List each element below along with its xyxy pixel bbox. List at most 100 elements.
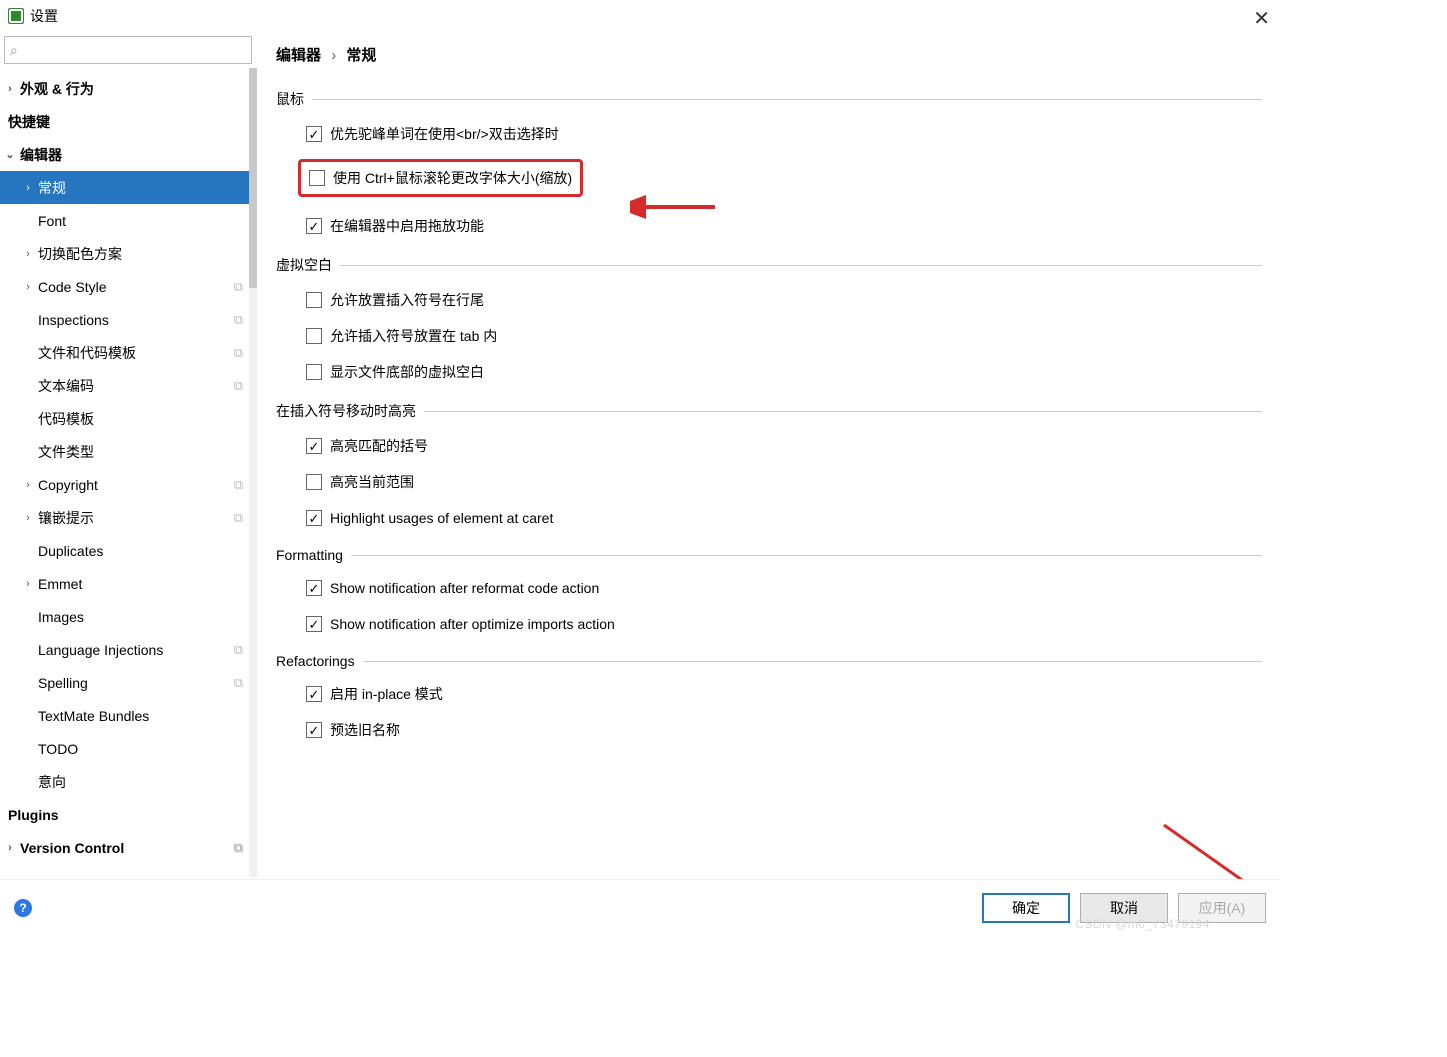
tree-item[interactable]: Language Injections⧉ xyxy=(0,633,257,666)
tree-item-label: Copyright xyxy=(38,477,98,493)
tree-item[interactable]: › Copyright ⧉ xyxy=(0,468,257,501)
tree-item[interactable]: 文件类型 xyxy=(0,435,257,468)
tree-item-label: Version Control xyxy=(20,840,124,856)
tree-item[interactable]: Font xyxy=(0,204,257,237)
tree-item[interactable]: 意向 xyxy=(0,765,257,798)
refactor-preselect-row[interactable]: 预选旧名称 xyxy=(306,719,1262,741)
tree-item-label: 文件类型 xyxy=(38,442,94,462)
checkbox-checked-icon[interactable] xyxy=(306,580,322,596)
close-icon[interactable]: ✕ xyxy=(1253,6,1270,31)
virtual-bottom-row[interactable]: 显示文件底部的虚拟空白 xyxy=(306,361,1262,383)
section-virtual: 虚拟空白 允许放置插入符号在行尾 允许插入符号放置在 tab 内 显示文件底部的… xyxy=(276,255,1262,383)
chevron-right-icon[interactable]: › xyxy=(22,578,34,590)
tree-item-label: 切换配色方案 xyxy=(38,244,122,264)
checkbox-checked-icon[interactable] xyxy=(306,218,322,234)
section-mouse-title: 鼠标 xyxy=(276,89,304,109)
search-icon: ⌕ xyxy=(10,42,18,59)
sidebar: ⌕ › 外观 & 行为快捷键 ⌄ 编辑器 › 常规 Font › 切换配色方案 ›Code Sty… xyxy=(0,32,258,877)
app-icon xyxy=(8,8,24,24)
tree-item-label: Spelling xyxy=(38,675,88,691)
tree-item-label: 常规 xyxy=(38,178,66,198)
formatting-imports-row[interactable]: Show notification after optimize imports… xyxy=(306,613,1262,635)
tree-item[interactable]: ›Version Control⧉ xyxy=(0,831,257,864)
chevron-right-icon[interactable]: › xyxy=(4,842,16,854)
tree-item[interactable]: ›镶嵌提示⧉ xyxy=(0,501,257,534)
tree-item[interactable]: 代码模板 xyxy=(0,402,257,435)
tree-item[interactable]: Images xyxy=(0,600,257,633)
project-scope-icon: ⧉ xyxy=(234,675,243,691)
chevron-right-icon[interactable]: › xyxy=(22,182,34,194)
checkbox-unchecked-icon[interactable] xyxy=(306,328,322,344)
tree-item[interactable]: 文本编码⧉ xyxy=(0,369,257,402)
tree-item-label: 镶嵌提示 xyxy=(38,508,94,528)
virtual-caret-eol-row[interactable]: 允许放置插入符号在行尾 xyxy=(306,289,1262,311)
main-panel: 编辑器 › 常规 鼠标 优先驼峰单词在使用<br/>双击选择时 使用 Ctrl+… xyxy=(258,32,1280,877)
project-scope-icon: ⧉ xyxy=(234,312,243,328)
watermark: CSDN @m0_73479194 xyxy=(1075,917,1210,931)
tree-item-label: 快捷键 xyxy=(8,112,50,132)
tree-item-label: Language Injections xyxy=(38,642,163,658)
mouse-camelcase-row[interactable]: 优先驼峰单词在使用<br/>双击选择时 xyxy=(306,123,1262,145)
tree-item[interactable]: 文件和代码模板⧉ xyxy=(0,336,257,369)
mouse-dragdrop-row[interactable]: 在编辑器中启用拖放功能 xyxy=(306,215,1262,237)
checkbox-checked-icon[interactable] xyxy=(306,722,322,738)
refactor-inplace-row[interactable]: 启用 in-place 模式 xyxy=(306,683,1262,705)
checkbox-unchecked-icon[interactable] xyxy=(306,474,322,490)
breadcrumb-separator: › xyxy=(331,47,336,64)
project-scope-icon: ⧉ xyxy=(234,378,243,394)
chevron-down-icon[interactable]: ⌄ xyxy=(4,148,16,161)
checkbox-checked-icon[interactable] xyxy=(306,510,322,526)
highlight-usages-row[interactable]: Highlight usages of element at caret xyxy=(306,507,1262,529)
tree-item[interactable]: Spelling ⧉ xyxy=(0,666,257,699)
tree-item-label: Font xyxy=(38,213,66,229)
tree-item[interactable]: › Emmet xyxy=(0,567,257,600)
sidebar-scrollbar[interactable] xyxy=(249,68,257,877)
tree-item-label: Images xyxy=(38,609,84,625)
tree-item-label: 意向 xyxy=(38,772,66,792)
checkbox-unchecked-icon[interactable] xyxy=(309,170,325,186)
chevron-right-icon[interactable]: › xyxy=(22,479,34,491)
highlight-scope-row[interactable]: 高亮当前范围 xyxy=(306,471,1262,493)
formatting-reformat-row[interactable]: Show notification after reformat code ac… xyxy=(306,577,1262,599)
search-input[interactable] xyxy=(4,36,252,64)
chevron-right-icon[interactable]: › xyxy=(22,512,34,524)
tree-item-label: Emmet xyxy=(38,576,82,592)
tree-item[interactable]: › 外观 & 行为 xyxy=(0,72,257,105)
checkbox-checked-icon[interactable] xyxy=(306,126,322,142)
tree-item[interactable]: ›Code Style⧉ xyxy=(0,270,257,303)
section-refactor: Refactorings 启用 in-place 模式 预选旧名称 xyxy=(276,653,1262,741)
tree-item[interactable]: Duplicates xyxy=(0,534,257,567)
highlight-brackets-row[interactable]: 高亮匹配的括号 xyxy=(306,435,1262,457)
project-scope-icon: ⧉ xyxy=(234,477,243,493)
mouse-ctrl-zoom-highlight[interactable]: 使用 Ctrl+鼠标滚轮更改字体大小(缩放) xyxy=(298,159,583,197)
tree-item-label: Plugins xyxy=(8,807,59,823)
tree-item[interactable]: › 常规 xyxy=(0,171,257,204)
tree-item-label: 代码模板 xyxy=(38,409,94,429)
tree-item[interactable]: › 切换配色方案 xyxy=(0,237,257,270)
chevron-right-icon[interactable]: › xyxy=(22,248,34,260)
tree-item[interactable]: Inspections⧉ xyxy=(0,303,257,336)
breadcrumb-part1[interactable]: 编辑器 xyxy=(276,47,321,64)
tree-item-label: 编辑器 xyxy=(20,145,62,165)
tree-item[interactable]: TextMate Bundles xyxy=(0,699,257,732)
section-highlight: 在插入符号移动时高亮 高亮匹配的括号 高亮当前范围 Highlight usag… xyxy=(276,401,1262,529)
checkbox-unchecked-icon[interactable] xyxy=(306,364,322,380)
checkbox-checked-icon[interactable] xyxy=(306,616,322,632)
tree-item[interactable]: ⌄ 编辑器 xyxy=(0,138,257,171)
help-icon[interactable]: ? xyxy=(14,899,32,917)
tree-item[interactable]: TODO xyxy=(0,732,257,765)
tree-item[interactable]: Plugins xyxy=(0,798,257,831)
settings-tree: › 外观 & 行为快捷键 ⌄ 编辑器 › 常规 Font › 切换配色方案 ›Code Style… xyxy=(0,72,257,877)
tree-item-label: 外观 & 行为 xyxy=(20,79,94,99)
tree-item[interactable]: 快捷键 xyxy=(0,105,257,138)
breadcrumb: 编辑器 › 常规 xyxy=(276,44,1262,65)
virtual-caret-tab-row[interactable]: 允许插入符号放置在 tab 内 xyxy=(306,325,1262,347)
checkbox-checked-icon[interactable] xyxy=(306,686,322,702)
section-refactor-title: Refactorings xyxy=(276,653,355,669)
ok-button[interactable]: 确定 xyxy=(982,893,1070,923)
checkbox-unchecked-icon[interactable] xyxy=(306,292,322,308)
chevron-right-icon[interactable]: › xyxy=(4,83,16,95)
annotation-arrow-icon xyxy=(630,192,720,222)
chevron-right-icon[interactable]: › xyxy=(22,281,34,293)
checkbox-checked-icon[interactable] xyxy=(306,438,322,454)
